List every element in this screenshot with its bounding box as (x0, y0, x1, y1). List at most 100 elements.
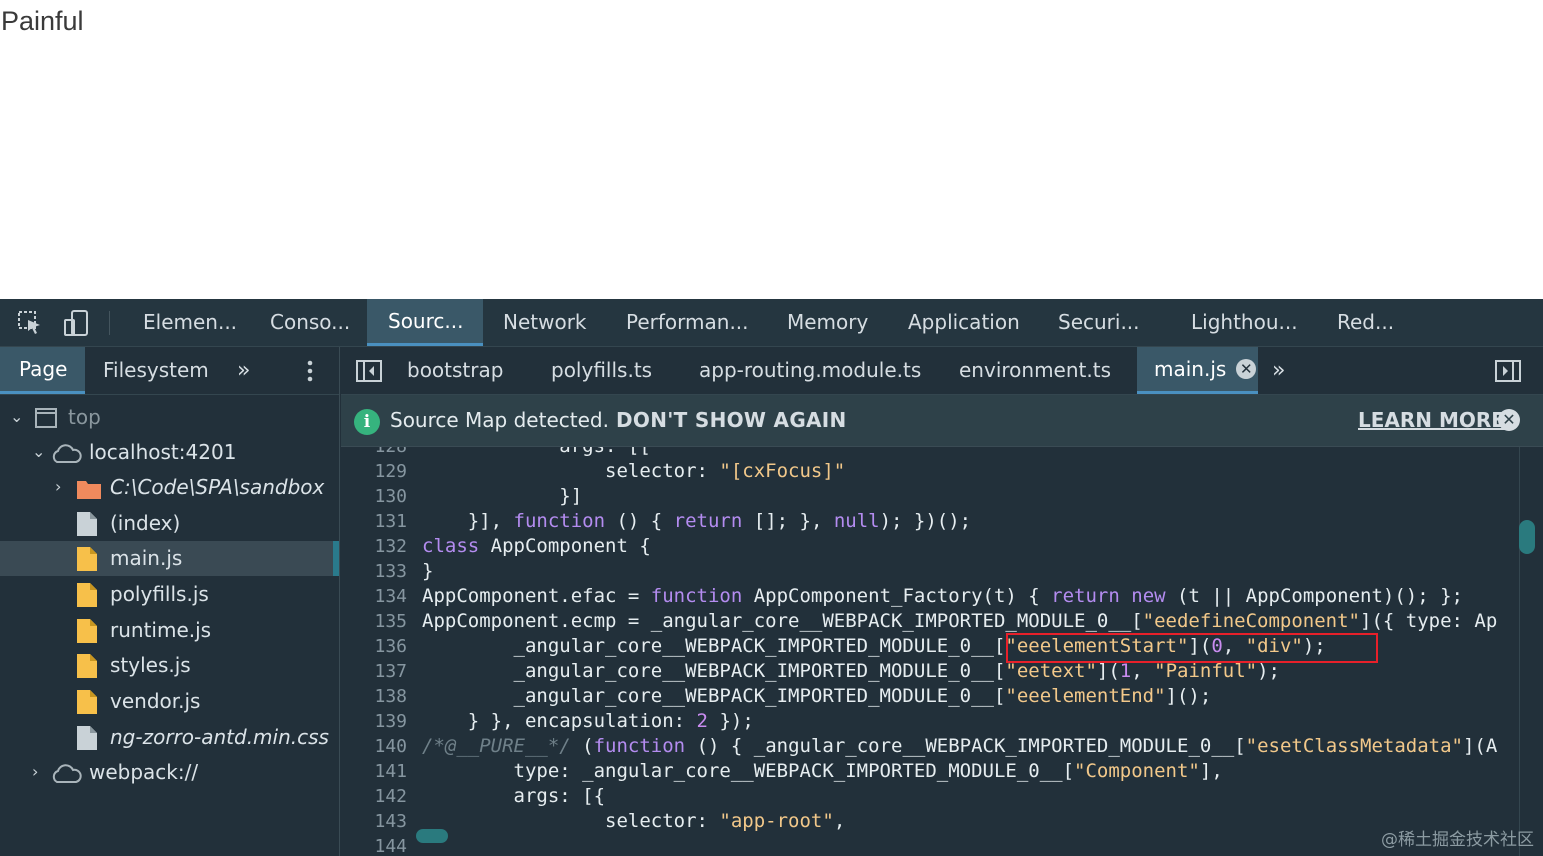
code-line[interactable]: 143 selector: "app-root", (341, 809, 1519, 834)
code-line[interactable]: 140 /*@__PURE__*/ (function () { _angular… (341, 734, 1519, 759)
tree-item-localhost[interactable]: ⌄ localhost:4201 (0, 435, 339, 470)
file-tab-main-js[interactable]: main.js ✕ (1137, 347, 1258, 394)
line-number[interactable]: 138 (341, 684, 407, 709)
line-number[interactable]: 129 (341, 459, 407, 484)
code-line[interactable]: 144 (341, 834, 1519, 856)
js-file-icon (76, 618, 98, 644)
close-infobar-icon[interactable]: ✕ (1498, 409, 1520, 431)
line-number[interactable]: 137 (341, 659, 407, 684)
tab-lighthouse[interactable]: Lighthou... (1191, 299, 1298, 346)
file-tab-bootstrap[interactable]: bootstrap (407, 347, 503, 394)
tree-item-styles-js[interactable]: styles.js (0, 648, 339, 683)
line-source: } }, encapsulation: 2 }); (422, 710, 754, 732)
watermark: @稀土掘金技术社区 (1381, 830, 1534, 850)
line-number[interactable]: 133 (341, 559, 407, 584)
line-number[interactable]: 131 (341, 509, 407, 534)
tree-item-index[interactable]: (index) (0, 506, 339, 541)
tree-item-polyfills-js[interactable]: polyfills.js (0, 577, 339, 612)
page-content-text: Painful (1, 6, 84, 36)
vertical-scroll-thumb[interactable] (1519, 520, 1535, 554)
tree-item-runtime-js[interactable]: runtime.js (0, 613, 339, 648)
code-line[interactable]: 128 args: [[ (341, 447, 1519, 459)
file-tab-polyfills-ts[interactable]: polyfills.ts (551, 347, 652, 394)
file-tab-environment-ts[interactable]: environment.ts (959, 347, 1111, 394)
tab-memory[interactable]: Memory (787, 299, 868, 346)
line-number[interactable]: 134 (341, 584, 407, 609)
chevron-down-icon[interactable]: ⌄ (32, 442, 45, 461)
line-source: }] (422, 485, 583, 507)
line-number[interactable]: 142 (341, 784, 407, 809)
tree-item-ng-zorro-css[interactable]: ng-zorro-antd.min.css (0, 720, 339, 755)
horizontal-scroll-thumb[interactable] (416, 829, 448, 843)
tab-page[interactable]: Page (0, 347, 85, 394)
line-source: selector: "[cxFocus]" (422, 460, 846, 482)
js-file-icon (76, 546, 98, 572)
chevron-down-icon[interactable]: ⌄ (10, 407, 23, 426)
tab-performance[interactable]: Performan... (626, 299, 749, 346)
line-number[interactable]: 135 (341, 609, 407, 634)
line-number[interactable]: 136 (341, 634, 407, 659)
source-map-infobar: i Source Map detected. DON'T SHOW AGAIN … (341, 395, 1543, 447)
tab-network[interactable]: Network (503, 299, 587, 346)
code-line[interactable]: 141 type: _angular_core__WEBPACK_IMPORTE… (341, 759, 1519, 784)
tab-sources[interactable]: Sourc... (367, 299, 483, 346)
code-line[interactable]: 132 class AppComponent { (341, 534, 1519, 559)
device-toolbar-icon[interactable] (62, 309, 90, 337)
line-source: class AppComponent { (422, 535, 651, 557)
tree-label: top (68, 405, 101, 429)
code-line[interactable]: 138 _angular_core__WEBPACK_IMPORTED_MODU… (341, 684, 1519, 709)
vertical-scrollbar[interactable] (1519, 447, 1540, 856)
file-tab-app-routing[interactable]: app-routing.module.ts (699, 347, 921, 394)
annotation-highlight-box (1006, 633, 1378, 663)
file-tabs-bar: bootstrap polyfills.ts app-routing.modul… (341, 347, 1543, 395)
line-number[interactable]: 132 (341, 534, 407, 559)
code-line[interactable]: 135 AppComponent.ecmp = _angular_core__WE… (341, 609, 1519, 634)
infobar-message: Source Map detected. (390, 408, 609, 432)
code-line[interactable]: 139 } }, encapsulation: 2 }); (341, 709, 1519, 734)
tab-security[interactable]: Securi... (1058, 299, 1140, 346)
tree-item-sandbox-folder[interactable]: › C:\Code\SPA\sandbox (0, 470, 339, 505)
code-line[interactable]: 133} (341, 559, 1519, 584)
line-number[interactable]: 128 (341, 447, 407, 459)
chevron-right-icon[interactable]: › (55, 477, 61, 496)
code-line[interactable]: 131 }], function () { return []; }, null… (341, 509, 1519, 534)
tree-item-vendor-js[interactable]: vendor.js (0, 684, 339, 719)
tree-item-top[interactable]: ⌄ top (0, 400, 339, 435)
toggle-navigator-icon[interactable] (356, 360, 382, 386)
line-number[interactable]: 130 (341, 484, 407, 509)
code-line[interactable]: 129 selector: "[cxFocus]" (341, 459, 1519, 484)
line-source: /*@__PURE__*/ (function () { _angular_co… (422, 735, 1498, 757)
line-number[interactable]: 140 (341, 734, 407, 759)
learn-more-link[interactable]: LEARN MORE (1358, 408, 1505, 432)
chevron-right-icon[interactable]: › (32, 762, 38, 781)
more-tabs-chevron-icon[interactable]: » (237, 347, 250, 394)
tree-label: polyfills.js (110, 582, 209, 606)
more-options-icon[interactable] (306, 360, 314, 386)
line-number[interactable]: 144 (341, 834, 407, 856)
line-number[interactable]: 139 (341, 709, 407, 734)
dont-show-again-button[interactable]: DON'T SHOW AGAIN (616, 408, 847, 432)
cloud-icon (50, 444, 82, 468)
tab-application[interactable]: Application (908, 299, 1020, 346)
tab-redux[interactable]: Red... (1337, 299, 1394, 346)
tab-console[interactable]: Conso... (270, 299, 350, 346)
more-file-tabs-chevron-icon[interactable]: » (1272, 347, 1285, 394)
line-number[interactable]: 141 (341, 759, 407, 784)
frame-icon (35, 408, 57, 432)
code-line[interactable]: 130 }] (341, 484, 1519, 509)
tree-item-webpack[interactable]: › webpack:// (0, 755, 339, 790)
tree-label: runtime.js (110, 618, 212, 642)
line-number[interactable]: 143 (341, 809, 407, 834)
cloud-icon (50, 764, 82, 788)
tree-label: main.js (110, 546, 183, 570)
code-line[interactable]: 134 AppComponent.efac = function AppCompo… (341, 584, 1519, 609)
tree-item-main-js[interactable]: main.js (0, 541, 339, 576)
code-line[interactable]: 142 args: [{ (341, 784, 1519, 809)
close-tab-icon[interactable]: ✕ (1236, 359, 1257, 379)
toggle-debugger-icon[interactable] (1495, 360, 1521, 386)
inspect-element-icon[interactable] (16, 309, 44, 337)
tree-label: styles.js (110, 653, 191, 677)
tab-filesystem[interactable]: Filesystem (103, 347, 209, 394)
line-source: selector: "app-root", (422, 810, 846, 832)
tab-elements[interactable]: Elemen... (143, 299, 237, 346)
